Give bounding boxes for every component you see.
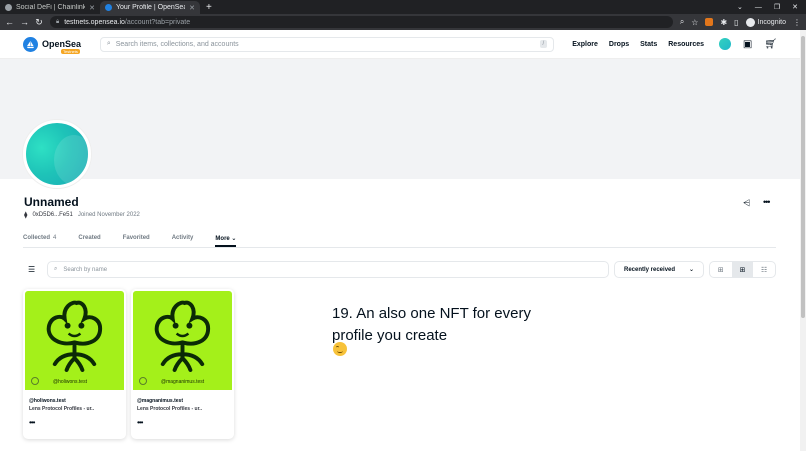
card-more-icon[interactable]: •••	[29, 418, 126, 427]
tab-title: Your Profile | OpenSea	[116, 4, 186, 11]
filter-icon[interactable]: ☰	[28, 265, 35, 274]
card-more-icon[interactable]: •••	[137, 418, 234, 427]
search-by-name-placeholder: Search by name	[63, 266, 108, 273]
small-grid-icon[interactable]: ⊞	[731, 262, 754, 277]
back-icon[interactable]: ←	[5, 17, 14, 27]
lens-logo-icon	[139, 377, 147, 385]
browser-menu-icon[interactable]: ⋮	[793, 18, 801, 27]
wallet-icon[interactable]: ▣	[743, 39, 752, 50]
profile-address-row: ⧫ 0xD5D6...Fe51 Joined November 2022	[24, 211, 140, 219]
large-grid-icon[interactable]: ⊞	[710, 262, 732, 277]
nav-explore[interactable]: Explore	[572, 41, 598, 48]
nft-image-label: @holiwons.test	[53, 379, 87, 385]
nft-image-label: @magnanimus.test	[161, 379, 205, 385]
zoom-icon[interactable]: ⌕	[680, 17, 684, 27]
testnets-badge: Testnets	[61, 48, 80, 54]
search-by-name-input[interactable]: ⌕ Search by name	[47, 261, 609, 278]
nft-collection[interactable]: Lens Protocol Profiles - ur..	[137, 406, 234, 412]
nft-image[interactable]: @holiwons.test	[23, 289, 126, 392]
account-avatar-icon[interactable]	[719, 38, 731, 50]
maximize-icon[interactable]: ❐	[774, 1, 780, 14]
nft-card[interactable]: @magnanimus.test @magnanimus.test Lens P…	[131, 289, 234, 439]
search-shortcut-key: /	[539, 40, 548, 48]
opensea-favicon-icon	[105, 4, 112, 11]
logo-text: OpenSea	[42, 39, 82, 49]
nft-card[interactable]: @holiwons.test @holiwons.test Lens Proto…	[23, 289, 126, 439]
tab-collected[interactable]: Collected 4	[23, 231, 56, 247]
browser-tab-strip: Social DeFi | Chainlink Ha ✕ Your Profil…	[0, 0, 806, 14]
minimize-icon[interactable]: —	[755, 1, 762, 14]
nav-stats[interactable]: Stats	[640, 41, 657, 48]
browser-toolbar: ← → ↻ 🔒︎ testnets.opensea.io/account?tab…	[0, 14, 806, 30]
search-icon: ⌕	[106, 40, 111, 47]
search-placeholder: Search items, collections, and accounts	[115, 40, 239, 48]
close-window-icon[interactable]: ✕	[792, 1, 798, 14]
side-panel-icon[interactable]: ▯	[734, 18, 738, 27]
lens-plant-icon	[46, 300, 103, 372]
lens-plant-icon	[154, 300, 211, 372]
opensea-header: OpenSea Testnets ⌕ Search items, collect…	[0, 30, 800, 59]
nft-name: @magnanimus.test	[137, 398, 183, 404]
search-icon: ⌕	[54, 266, 58, 272]
nft-image[interactable]: @magnanimus.test	[131, 289, 234, 392]
share-icon[interactable]: ⩤	[743, 198, 750, 209]
window-controls: ⌄ — ❐ ✕	[737, 1, 806, 14]
nav-resources[interactable]: Resources	[668, 41, 704, 48]
favicon-icon	[5, 4, 12, 11]
joined-date: Joined November 2022	[77, 212, 140, 218]
nft-collection[interactable]: Lens Protocol Profiles - ur..	[29, 406, 126, 412]
forward-icon[interactable]: →	[20, 17, 29, 27]
toolbar-right: ⌕ ☆ ✱ ▯ Incognito ⋮	[680, 17, 801, 27]
lock-icon[interactable]: 🔒︎	[56, 19, 59, 26]
browser-tab-chainlink[interactable]: Social DeFi | Chainlink Ha ✕	[0, 1, 100, 14]
tab-favorited[interactable]: Favorited	[123, 231, 150, 247]
nft-name: @holiwons.test	[29, 398, 66, 404]
address-bar[interactable]: 🔒︎ testnets.opensea.io/account?tab=priva…	[50, 16, 673, 28]
cart-icon[interactable]: 🛒︎	[764, 39, 777, 50]
incognito-icon	[745, 17, 755, 27]
reload-icon[interactable]: ↻	[35, 17, 43, 28]
profile-tabs: Collected 4 Created Favorited Activity Mo…	[23, 231, 776, 248]
more-options-icon[interactable]: •••	[763, 197, 771, 207]
sort-label: Recently received	[624, 266, 676, 273]
smiling-face-emoji-icon	[333, 342, 347, 356]
metamask-extension-icon[interactable]	[705, 18, 714, 26]
main-nav: Explore Drops Stats Resources	[572, 41, 704, 48]
lens-logo-icon	[31, 377, 39, 385]
tab-more[interactable]: More ⌄	[215, 231, 237, 247]
tutorial-caption: 19. An also one NFT for every profile yo…	[332, 305, 531, 344]
tab-title: Social DeFi | Chainlink Ha	[16, 4, 86, 11]
profile-banner[interactable]	[0, 59, 800, 179]
browser-tab-opensea[interactable]: Your Profile | OpenSea ✕	[100, 1, 200, 14]
view-toggle: ⊞ ⊞ ☷	[709, 261, 776, 278]
chevron-down-icon: ⌄	[688, 267, 694, 273]
tab-search-icon[interactable]: ⌄	[737, 1, 743, 14]
scrollbar-thumb[interactable]	[801, 36, 805, 318]
url-path: /account?tab=private	[124, 18, 191, 26]
url-host: testnets.opensea.io	[64, 18, 125, 26]
close-tab-icon[interactable]: ✕	[89, 4, 95, 12]
global-search-input[interactable]: ⌕ Search items, collections, and account…	[99, 36, 555, 52]
bookmark-star-icon[interactable]: ☆	[691, 18, 698, 27]
wallet-address[interactable]: 0xD5D6...Fe51	[32, 212, 72, 218]
incognito-label: Incognito	[757, 18, 786, 26]
opensea-logo-icon	[23, 36, 38, 52]
incognito-profile[interactable]: Incognito	[745, 17, 786, 27]
nav-drops[interactable]: Drops	[609, 41, 629, 48]
new-tab-icon[interactable]: +	[200, 1, 218, 14]
ethereum-icon: ⧫	[24, 212, 28, 219]
close-tab-icon[interactable]: ✕	[189, 4, 195, 12]
chevron-down-icon: ⌄	[231, 236, 237, 242]
profile-name: Unnamed	[24, 195, 79, 209]
profile-avatar[interactable]	[23, 120, 91, 188]
collected-count: 4	[53, 235, 57, 241]
tab-created[interactable]: Created	[78, 231, 100, 247]
tab-activity[interactable]: Activity	[172, 231, 194, 247]
opensea-logo[interactable]: OpenSea Testnets	[23, 36, 92, 54]
list-view-icon[interactable]: ☷	[753, 262, 775, 277]
extensions-puzzle-icon[interactable]: ✱	[720, 18, 727, 27]
sort-dropdown[interactable]: Recently received ⌄	[614, 261, 704, 278]
